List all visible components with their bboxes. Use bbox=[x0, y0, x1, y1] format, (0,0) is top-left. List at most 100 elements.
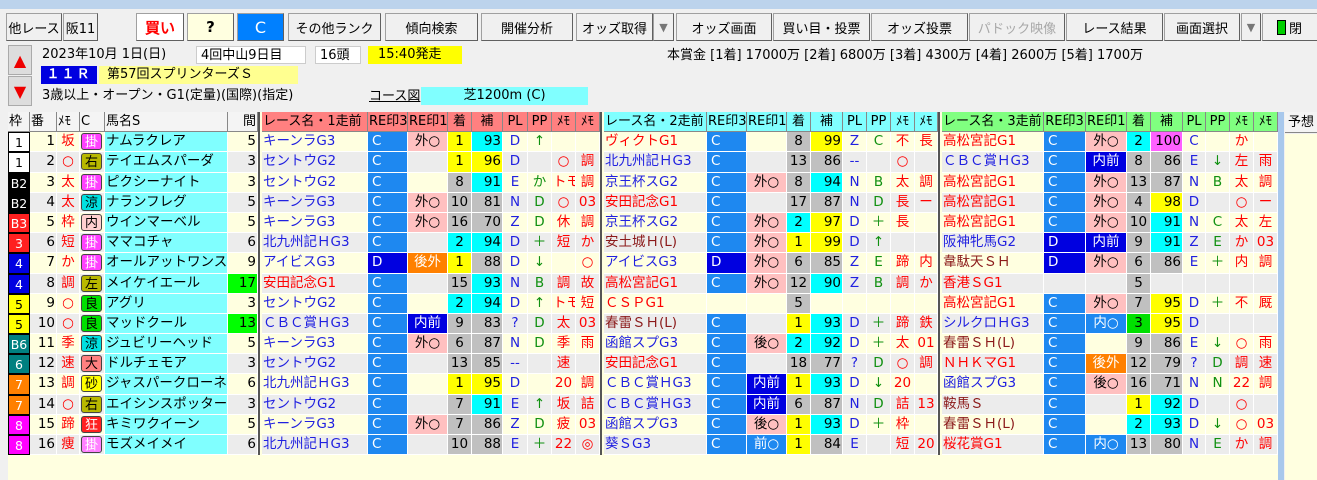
past-race-name[interactable]: 安土城Ｈ(L) bbox=[604, 233, 707, 254]
column-header[interactable]: RE印3 bbox=[368, 112, 408, 133]
table-row[interactable]: 6 12 速大ドルチェモア 3 セントウG2 C 13 85 -- 速安田記念G1 C 18 77? D ○… bbox=[8, 354, 1278, 375]
past-race-name[interactable]: 京王杯スG2 bbox=[604, 212, 707, 234]
table-row[interactable]: B23太掛ピクシーナイト3セントウG2C891Eかトモ調京王杯スG2C外○894… bbox=[8, 172, 1278, 193]
past-race-name[interactable]: 安田記念G1 bbox=[604, 354, 707, 375]
column-header[interactable]: ﾒﾓ bbox=[915, 112, 938, 133]
past-race-name[interactable]: 春雷ＳＨ(L) bbox=[604, 313, 707, 335]
venue-button[interactable]: 阪11 bbox=[63, 13, 98, 41]
next-race-arrow-icon[interactable]: ▼ bbox=[8, 76, 32, 106]
past-race-name[interactable]: 高松宮記G1 bbox=[942, 132, 1044, 153]
column-header[interactable]: ﾒﾓ bbox=[1254, 112, 1278, 133]
past-race-name[interactable]: ＣＢＣ賞ＨG3 bbox=[942, 152, 1044, 173]
past-race-name[interactable]: シルクロＨG3 bbox=[942, 313, 1044, 335]
table-row[interactable]: 8 16 痩掛モズメイメイ 6 北九州記ＨG3 C 10 88 E ＋ 22 ◎ 葵ＳG3 C 前○ 1 84 E… bbox=[8, 435, 1278, 456]
table-row[interactable]: 7 14 ○ 右エイシンスポッター 3 セントウG2 C 7 91 E ↑ 坂詰 ＣＢＣ賞ＨG3 C 内前 6… bbox=[8, 394, 1278, 415]
past-race-name[interactable]: セントウG2 bbox=[262, 152, 368, 173]
column-header[interactable]: RE印3 bbox=[1044, 112, 1086, 133]
past-race-name[interactable]: 北九州記ＨG3 bbox=[262, 233, 368, 254]
past-race-name[interactable]: キーンラG3 bbox=[262, 414, 368, 435]
horse-name[interactable]: メイケイエール bbox=[105, 273, 228, 294]
column-header[interactable]: 着 bbox=[787, 112, 811, 133]
past-race-name[interactable]: 春雷ＳＨ(L) bbox=[942, 334, 1044, 355]
table-row[interactable]: B3 5 枠内ウインマーベル 5 キーンラG3 C 外○ 16 70 Z D 休調京王杯スG2 C 外○ 2… bbox=[8, 212, 1278, 234]
past-race-name[interactable]: 北九州記ＨG3 bbox=[604, 152, 707, 173]
past-race-name[interactable]: ＣＢＣ賞ＨG3 bbox=[604, 374, 707, 395]
table-row[interactable]: 4 7 か掛オールアットワンス 9 アイビスG3 D 後外 1 88 D ↓ ○ アイビスG3 D 外○ 6 8… bbox=[8, 253, 1278, 274]
past-race-name[interactable]: 阪神牝馬G2 bbox=[942, 233, 1044, 254]
column-header[interactable]: 番 bbox=[30, 112, 57, 133]
past-race-name[interactable]: 函館スプG3 bbox=[604, 414, 707, 435]
question-button[interactable]: ? bbox=[187, 13, 234, 41]
column-header[interactable]: 補 bbox=[472, 112, 503, 133]
past-race-name[interactable]: 高松宮記G1 bbox=[942, 212, 1044, 234]
horse-name[interactable]: ジャスパークローネ bbox=[105, 374, 228, 395]
past-race-name[interactable]: ＣＢＣ賞ＨG3 bbox=[262, 313, 368, 335]
table-row[interactable]: 3 6 短掛ママコチャ 6 北九州記ＨG3 C 2 94 D ＋短か安土城Ｈ(L) C 外○ 1 99 D ↑… bbox=[8, 233, 1278, 254]
horse-name[interactable]: ウインマーベル bbox=[105, 212, 228, 234]
column-header[interactable]: C bbox=[80, 112, 105, 133]
table-row[interactable]: 7 13 調砂ジャスパークローネ 6 北九州記ＨG3 C 1 95 D 20 調 ＣＢＣ賞ＨG3 C 内前… bbox=[8, 374, 1278, 395]
column-header[interactable]: ﾒﾓ bbox=[552, 112, 576, 133]
past-race-name[interactable]: 高松宮記G1 bbox=[942, 172, 1044, 193]
past-race-name[interactable]: 函館スプG3 bbox=[942, 374, 1044, 395]
column-header[interactable]: RE印3 bbox=[707, 112, 747, 133]
horse-name[interactable]: マッドクール bbox=[105, 313, 228, 335]
horse-name[interactable]: モズメイメイ bbox=[105, 435, 228, 456]
race-result-button[interactable]: レース結果 bbox=[1066, 13, 1163, 41]
past-race-name[interactable]: セントウG2 bbox=[262, 172, 368, 193]
column-header[interactable]: レース名・2走前 bbox=[604, 112, 707, 133]
past-race-name[interactable]: 韋駄天ＳＨ bbox=[942, 253, 1044, 274]
past-race-name[interactable]: 高松宮記G1 bbox=[942, 293, 1044, 314]
other-rank-button[interactable]: その他ランク bbox=[288, 13, 381, 41]
odds-screen-button[interactable]: オッズ画面 bbox=[676, 13, 772, 41]
column-header[interactable]: ﾒﾓ bbox=[891, 112, 915, 133]
column-header[interactable]: 着 bbox=[1127, 112, 1151, 133]
horse-name[interactable]: アグリ bbox=[105, 293, 228, 314]
column-header[interactable]: PL bbox=[843, 112, 867, 133]
column-header[interactable]: PP bbox=[528, 112, 552, 133]
past-race-name[interactable]: 函館スプG3 bbox=[604, 334, 707, 355]
past-race-name[interactable]: セントウG2 bbox=[262, 293, 368, 314]
column-header[interactable]: 枠 bbox=[8, 112, 30, 133]
horse-name[interactable]: ジュビリーヘッド bbox=[105, 334, 228, 355]
other-race-button[interactable]: 他レース bbox=[6, 13, 62, 41]
past-race-name[interactable]: キーンラG3 bbox=[262, 192, 368, 213]
past-race-name[interactable]: 春雷ＳＨ(L) bbox=[942, 414, 1044, 435]
past-race-name[interactable]: キーンラG3 bbox=[262, 334, 368, 355]
table-row[interactable]: 8 15 蹄狂キミワクイーン 5 キーンラG3 C 外○ 7 86 Z D 疲 03 函館スプG3 C 後○ 1… bbox=[8, 414, 1278, 435]
column-header[interactable]: 着 bbox=[448, 112, 472, 133]
past-race-name[interactable]: キーンラG3 bbox=[262, 212, 368, 234]
column-header[interactable]: ﾒﾓ bbox=[1230, 112, 1254, 133]
horse-name[interactable]: ピクシーナイト bbox=[105, 172, 228, 193]
past-race-name[interactable]: ＮＨＫマG1 bbox=[942, 354, 1044, 375]
past-race-name[interactable]: キーンラG3 bbox=[262, 132, 368, 153]
vertical-scrollbar[interactable] bbox=[1278, 112, 1284, 480]
screen-dropdown-icon[interactable]: ▼ bbox=[1241, 13, 1261, 41]
column-header[interactable]: PP bbox=[867, 112, 891, 133]
close-button[interactable]: 閉 bbox=[1262, 13, 1317, 41]
past-race-name[interactable]: 安田記念G1 bbox=[604, 192, 707, 213]
column-header[interactable]: レース名・3走前 bbox=[942, 112, 1044, 133]
screen-select-button[interactable]: 画面選択 bbox=[1164, 13, 1240, 41]
column-header[interactable]: PL bbox=[503, 112, 528, 133]
horse-name[interactable]: ナランフレグ bbox=[105, 192, 228, 213]
past-race-name[interactable]: 高松宮記G1 bbox=[942, 192, 1044, 213]
column-header[interactable]: PL bbox=[1183, 112, 1206, 133]
table-row[interactable]: 4 8 調左メイケイエール 17 安田記念G1 C 15 93 N B 調故高松宮記G1 C 外○ 12 9… bbox=[8, 273, 1278, 294]
column-header[interactable]: ﾒﾓ bbox=[57, 112, 80, 133]
horse-name[interactable]: テイエムスパーダ bbox=[105, 152, 228, 173]
past-race-name[interactable]: 葵ＳG3 bbox=[604, 435, 707, 456]
past-race-name[interactable]: 北九州記ＨG3 bbox=[262, 435, 368, 456]
horse-name[interactable]: エイシンスポッター bbox=[105, 394, 228, 415]
past-race-name[interactable]: 鞍馬Ｓ bbox=[942, 394, 1044, 415]
past-race-name[interactable]: ＣＳＰG1 bbox=[604, 293, 707, 314]
odds-get-button[interactable]: オッズ取得 bbox=[576, 13, 653, 41]
table-row[interactable]: 59○良アグリ3セントウG2C294D↑トモ短ＣＳＰG15高松宮記G1C外○79… bbox=[8, 293, 1278, 314]
past-race-name[interactable]: アイビスG3 bbox=[262, 253, 368, 274]
past-race-name[interactable]: 安田記念G1 bbox=[262, 273, 368, 294]
column-header[interactable]: ﾒﾓ bbox=[576, 112, 600, 133]
course-map-link[interactable]: コース図 bbox=[369, 88, 420, 106]
prev-race-arrow-icon[interactable]: ▲ bbox=[8, 45, 32, 75]
table-row[interactable]: 5 10 ○ 良マッドクール 13 ＣＢＣ賞ＨG3 C 内前 9 83? D 太 03 春雷ＳＨ(L) C 1… bbox=[8, 313, 1278, 335]
past-race-name[interactable]: アイビスG3 bbox=[604, 253, 707, 274]
